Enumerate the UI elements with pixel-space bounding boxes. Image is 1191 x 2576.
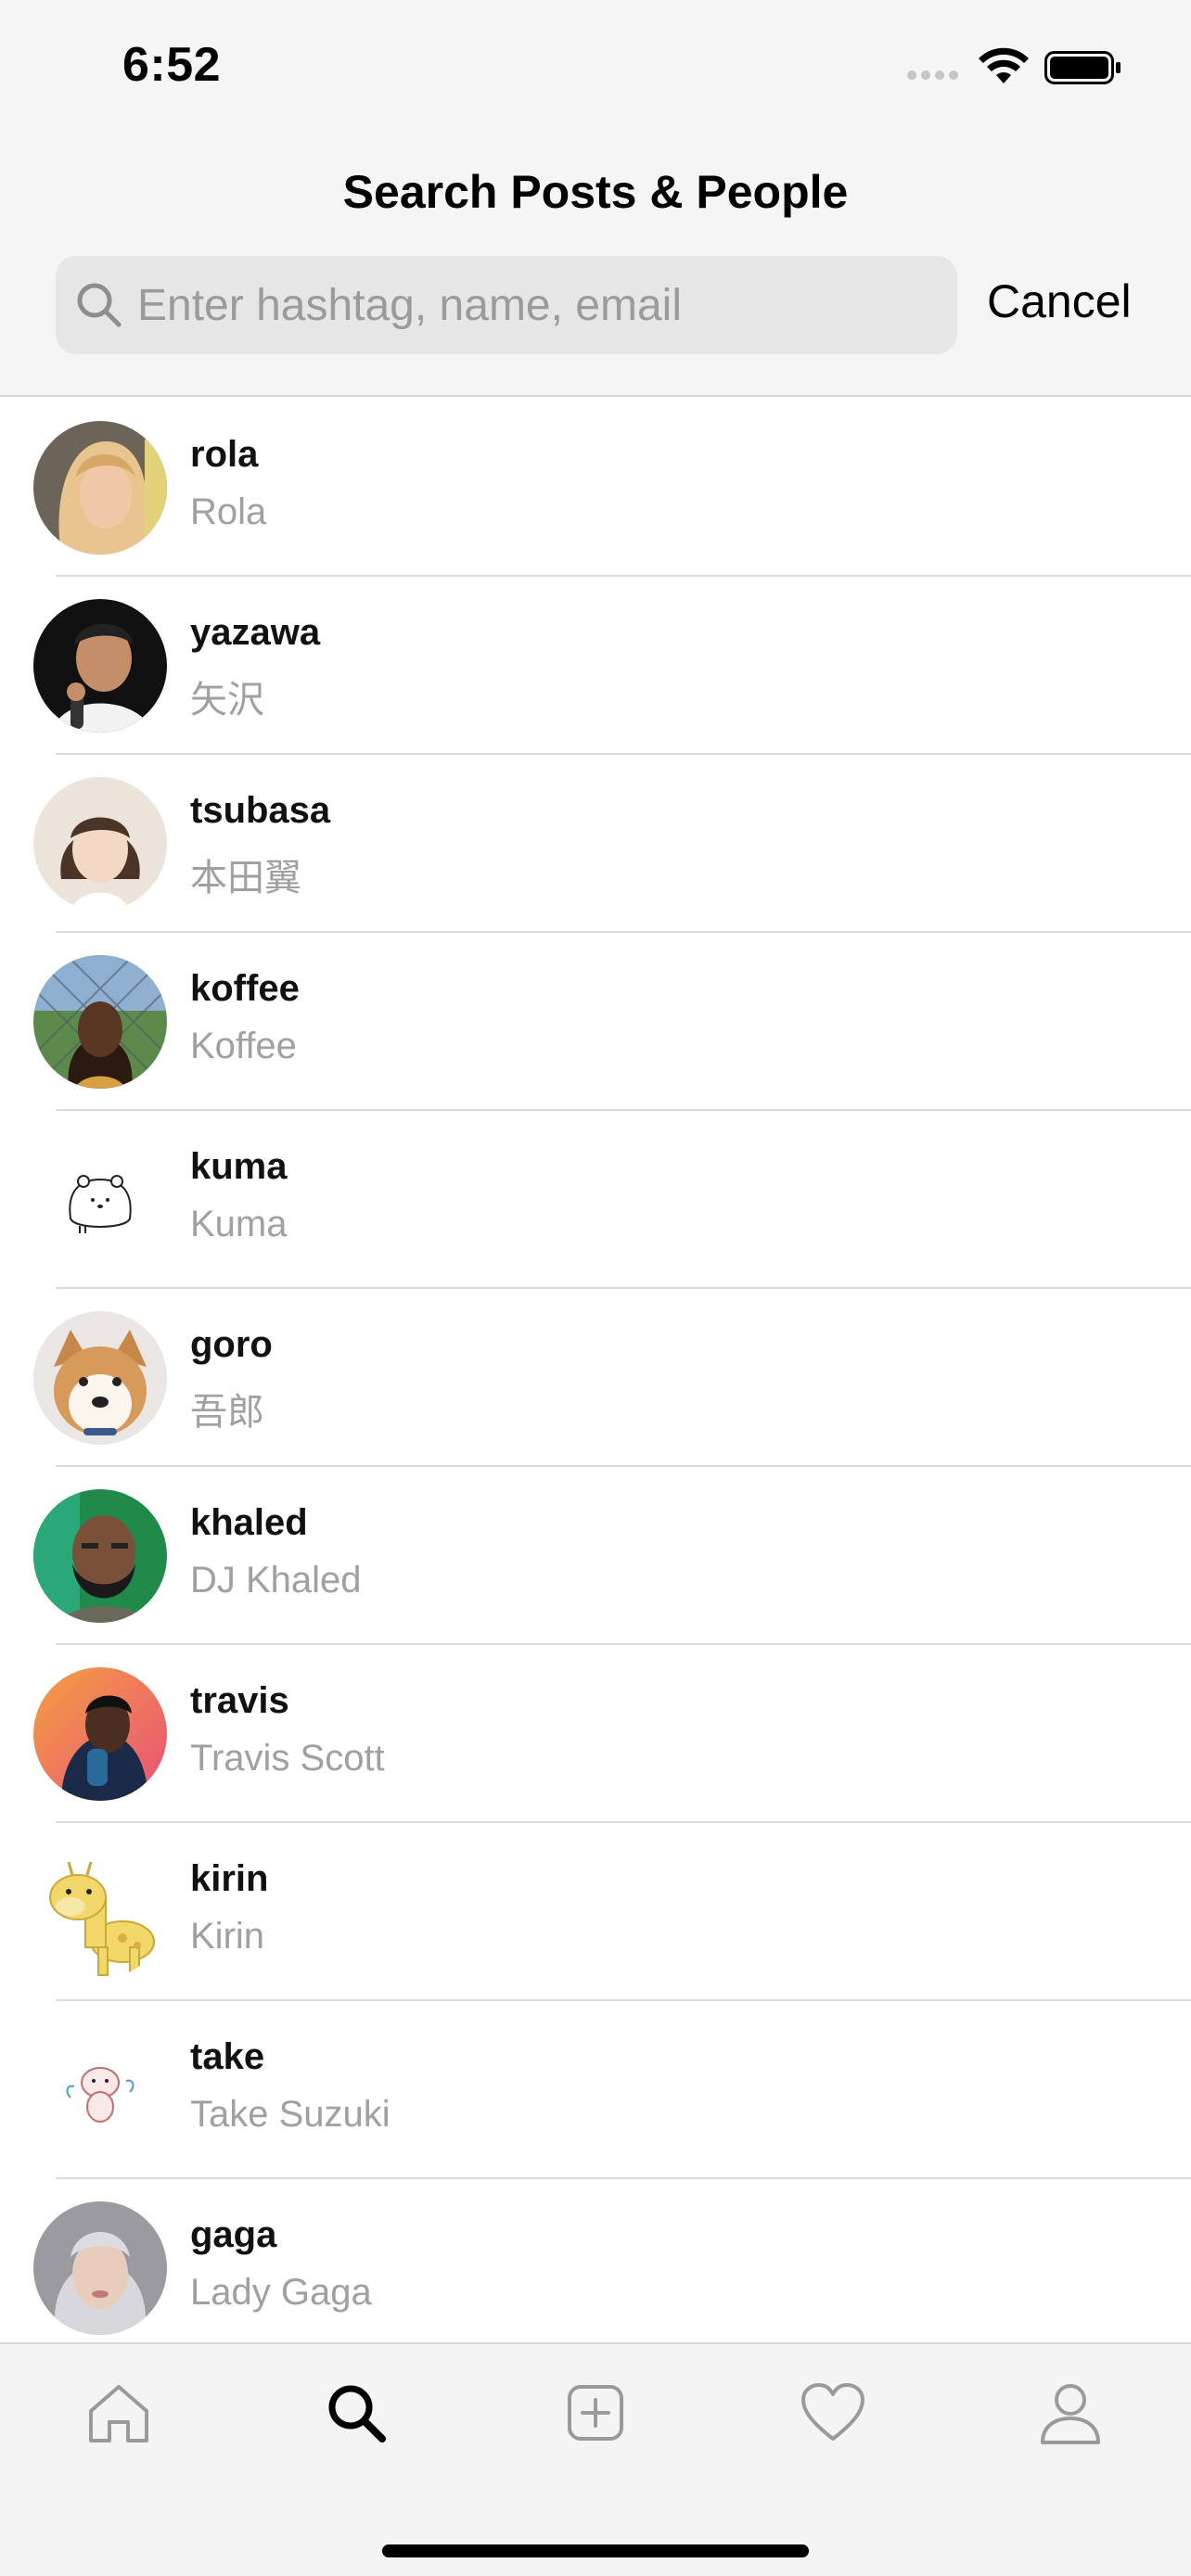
user-row-gaga[interactable]: gaga Lady Gaga bbox=[0, 2179, 1191, 2344]
avatar bbox=[33, 1667, 167, 1801]
user-row-take[interactable]: take Take Suzuki bbox=[0, 2001, 1191, 2179]
user-row-kuma[interactable]: kuma Kuma bbox=[0, 1111, 1191, 1289]
home-indicator[interactable] bbox=[382, 2544, 809, 2557]
display-name: 矢沢 bbox=[190, 680, 264, 721]
search-box[interactable] bbox=[56, 256, 957, 354]
username: koffee bbox=[190, 968, 300, 1009]
username: travis bbox=[190, 1680, 289, 1721]
username: rola bbox=[190, 434, 259, 475]
avatar bbox=[33, 1311, 167, 1445]
user-row-koffee[interactable]: koffee Koffee bbox=[0, 933, 1191, 1111]
tab-search[interactable] bbox=[310, 2366, 403, 2459]
tab-home[interactable] bbox=[72, 2366, 165, 2459]
user-row-travis[interactable]: travis Travis Scott bbox=[0, 1645, 1191, 1823]
user-row-tsubasa[interactable]: tsubasa 本田翼 bbox=[0, 755, 1191, 933]
avatar bbox=[33, 421, 167, 555]
avatar bbox=[33, 2023, 167, 2157]
avatar bbox=[33, 1489, 167, 1623]
user-row-rola[interactable]: rola Rola bbox=[0, 399, 1191, 577]
user-row-khaled[interactable]: khaled DJ Khaled bbox=[0, 1467, 1191, 1645]
display-name: 本田翼 bbox=[190, 858, 301, 899]
avatar bbox=[33, 1845, 167, 1979]
username: gaga bbox=[190, 2214, 277, 2255]
tab-profile[interactable] bbox=[1024, 2366, 1117, 2459]
page-title: Search Posts & People bbox=[342, 166, 849, 218]
username: tsubasa bbox=[190, 790, 331, 831]
username: yazawa bbox=[190, 612, 321, 653]
display-name: Koffee bbox=[190, 1026, 297, 1066]
avatar bbox=[33, 955, 167, 1089]
username: take bbox=[190, 2036, 265, 2077]
username: goro bbox=[190, 1324, 273, 1365]
display-name: Travis Scott bbox=[190, 1738, 385, 1779]
search-input[interactable] bbox=[137, 256, 935, 354]
display-name: Lady Gaga bbox=[190, 2272, 372, 2313]
status-time: 6:52 bbox=[122, 38, 222, 92]
battery-icon bbox=[1044, 51, 1121, 84]
avatar bbox=[33, 2201, 167, 2335]
user-row-yazawa[interactable]: yazawa 矢沢 bbox=[0, 577, 1191, 755]
avatar bbox=[33, 777, 167, 911]
user-row-goro[interactable]: goro 吾郎 bbox=[0, 1289, 1191, 1467]
display-name: Kuma bbox=[190, 1204, 288, 1244]
username: khaled bbox=[190, 1502, 308, 1543]
display-name: Take Suzuki bbox=[190, 2094, 391, 2135]
home-icon bbox=[89, 2385, 148, 2442]
display-name: DJ Khaled bbox=[190, 1560, 362, 1600]
display-name: 吾郎 bbox=[190, 1392, 264, 1433]
search-icon bbox=[328, 2385, 386, 2442]
display-name: Rola bbox=[190, 491, 267, 532]
username: kuma bbox=[190, 1146, 288, 1187]
tab-bar bbox=[0, 2342, 1191, 2576]
username: kirin bbox=[190, 1858, 269, 1899]
tab-activity[interactable] bbox=[787, 2366, 879, 2459]
heart-icon bbox=[801, 2383, 864, 2441]
cancel-button[interactable]: Cancel bbox=[987, 274, 1132, 328]
display-name: Kirin bbox=[190, 1916, 265, 1957]
user-row-kirin[interactable]: kirin Kirin bbox=[0, 1823, 1191, 2001]
magnifier-icon bbox=[77, 283, 122, 327]
search-screen: 6:52 Search Posts & People Can bbox=[0, 0, 1191, 2576]
wifi-icon bbox=[979, 47, 1029, 83]
profile-icon bbox=[1041, 2384, 1100, 2444]
avatar bbox=[33, 1133, 167, 1267]
avatar bbox=[33, 599, 167, 733]
cellular-signal-icon bbox=[907, 70, 963, 82]
status-bar: 6:52 bbox=[0, 0, 1191, 134]
add-post-icon bbox=[568, 2385, 623, 2441]
user-list[interactable]: rola Rola yazawa 矢沢 tsubasa 本田翼 koffee K… bbox=[0, 399, 1191, 2344]
search-header: 6:52 Search Posts & People Can bbox=[0, 0, 1191, 397]
tab-add-post[interactable] bbox=[549, 2366, 642, 2459]
